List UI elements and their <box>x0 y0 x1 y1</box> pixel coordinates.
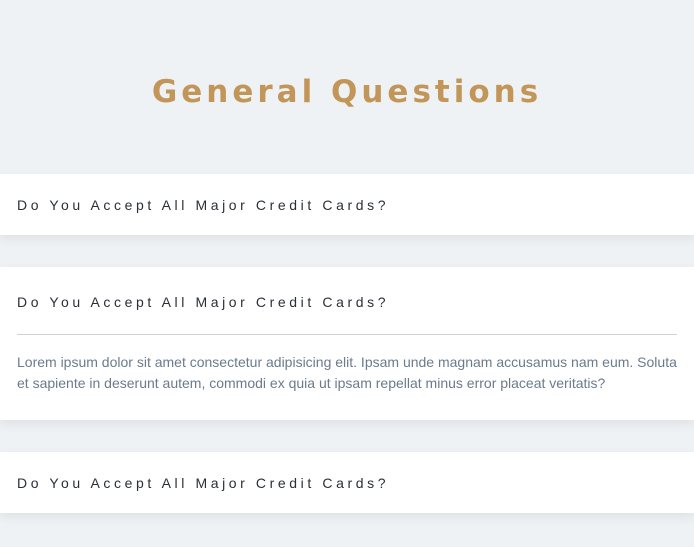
faq-list: Do You Accept All Major Credit Cards? Do… <box>0 174 694 513</box>
faq-question-1[interactable]: Do You Accept All Major Credit Cards? <box>0 174 694 235</box>
faq-question-3[interactable]: Do You Accept All Major Credit Cards? <box>0 452 694 513</box>
page-title: General Questions <box>151 74 543 110</box>
faq-item-2[interactable]: Do You Accept All Major Credit Cards? Lo… <box>0 267 694 420</box>
faq-item-3[interactable]: Do You Accept All Major Credit Cards? <box>0 452 694 513</box>
faq-item-1[interactable]: Do You Accept All Major Credit Cards? <box>0 174 694 235</box>
faq-question-2[interactable]: Do You Accept All Major Credit Cards? <box>0 267 694 334</box>
faq-answer-2: Lorem ipsum dolor sit amet consectetur a… <box>17 354 677 391</box>
